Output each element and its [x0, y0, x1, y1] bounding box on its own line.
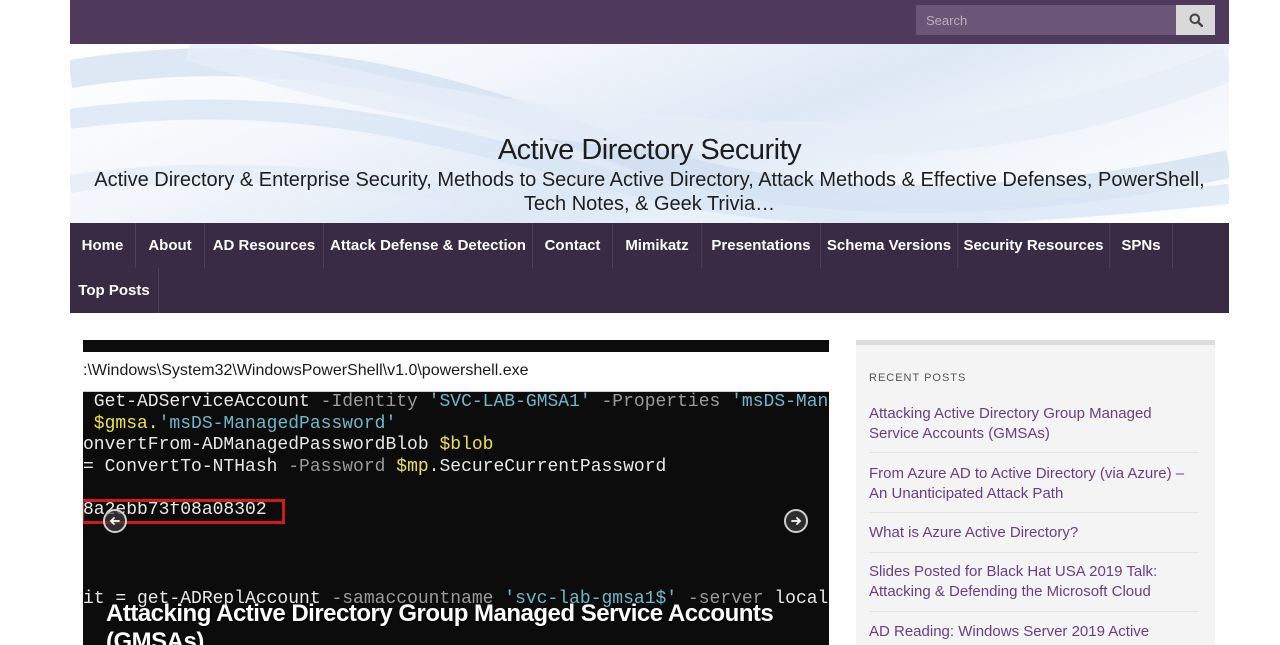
nav-item-home[interactable]: Home [70, 223, 136, 268]
site-title[interactable]: Active Directory Security [70, 134, 1229, 167]
slider-next-button[interactable] [784, 509, 808, 533]
search-input[interactable] [916, 5, 1176, 35]
nav-item-top-posts[interactable]: Top Posts [70, 268, 159, 313]
nav-item-about[interactable]: About [136, 223, 205, 268]
divider [869, 611, 1199, 612]
recent-post-link[interactable]: AD Reading: Windows Server 2019 Active D… [869, 622, 1204, 645]
code-token: onvertFrom-ADManagedPasswordBlob [83, 435, 440, 455]
code-line: $gmsa.'msDS-ManagedPassword' [83, 414, 396, 434]
nav-item-contact[interactable]: Contact [533, 223, 613, 268]
recent-post-link[interactable]: Slides Posted for Black Hat USA 2019 Tal… [869, 562, 1204, 602]
code-token: -Properties [601, 392, 732, 412]
search-button[interactable] [1176, 5, 1215, 35]
top-bar [70, 0, 1229, 44]
widget-title: RECENT POSTS [869, 372, 967, 384]
search-icon [1189, 13, 1203, 27]
nav-item-attack-defense-detection[interactable]: Attack Defense & Detection [324, 223, 533, 268]
code-line: Get-ADServiceAccount -Identity 'SVC-LAB-… [83, 392, 829, 412]
code-token: Get-ADServiceAccount [83, 392, 321, 412]
nav-item-spns[interactable]: SPNs [1110, 223, 1173, 268]
slide-caption-title[interactable]: Attacking Active Directory Group Managed… [106, 600, 806, 645]
code-token: $gmsa. [83, 414, 159, 434]
divider [869, 452, 1199, 453]
code-token: $blob [439, 435, 494, 455]
code-token: -Password [288, 457, 397, 477]
nav-item-ad-resources[interactable]: AD Resources [205, 223, 324, 268]
powershell-title-bar: :\Windows\System32\WindowsPowerShell\v1.… [83, 352, 829, 392]
recent-post-link[interactable]: What is Azure Active Directory? [869, 523, 1204, 543]
nav-item-schema-versions[interactable]: Schema Versions [821, 223, 958, 268]
code-line: = ConvertTo-NTHash -Password $mp.SecureC… [83, 457, 666, 477]
code-token: 'SVC-LAB-GMSA1' [428, 392, 602, 412]
divider [869, 512, 1199, 513]
divider [869, 552, 1199, 553]
page-container: Active Directory Security Active Directo… [70, 0, 1229, 645]
nav-item-mimikatz[interactable]: Mimikatz [613, 223, 702, 268]
arrow-left-icon [109, 517, 120, 525]
site-description: Active Directory & Enterprise Security, … [94, 169, 1205, 215]
recent-post-link[interactable]: Attacking Active Directory Group Managed… [869, 404, 1204, 444]
nav-item-security-resources[interactable]: Security Resources [958, 223, 1110, 268]
nav-item-presentations[interactable]: Presentations [702, 223, 821, 268]
powershell-window-path: :\Windows\System32\WindowsPowerShell\v1.… [83, 362, 529, 379]
code-token: 'msDS-ManagedPassword' [158, 414, 397, 434]
code-token: .SecureCurrentPassword [428, 457, 667, 477]
code-token: 'msDS-Man [731, 392, 829, 412]
arrow-right-icon [791, 517, 802, 525]
code-token: = ConvertTo-NTHash [83, 457, 289, 477]
sidebar-recent-posts: RECENT POSTS Attacking Active Directory … [856, 340, 1215, 645]
code-token: $mp [396, 457, 429, 477]
site-header: Active Directory Security Active Directo… [70, 44, 1229, 223]
featured-slider[interactable]: :\Windows\System32\WindowsPowerShell\v1.… [83, 340, 829, 645]
recent-post-link[interactable]: From Azure AD to Active Directory (via A… [869, 464, 1204, 504]
code-token: -Identity [320, 392, 429, 412]
code-line: onvertFrom-ADManagedPasswordBlob $blob [83, 435, 493, 455]
slider-prev-button[interactable] [103, 509, 127, 533]
main-navigation: Home About AD Resources Attack Defense &… [70, 223, 1229, 313]
